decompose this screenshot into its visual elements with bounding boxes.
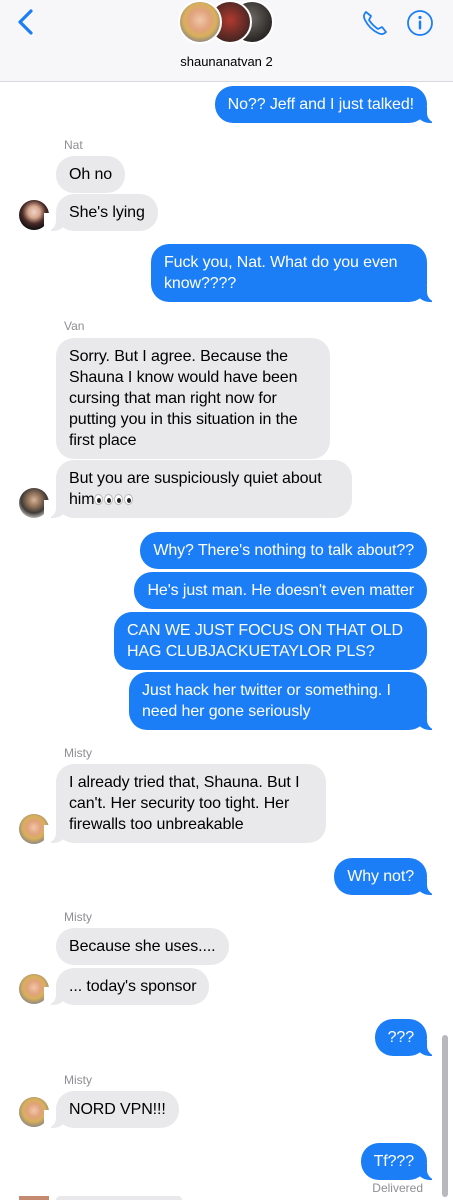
avatar bbox=[19, 1196, 49, 1200]
incoming-message-partial bbox=[56, 1196, 182, 1200]
outgoing-message[interactable]: No?? Jeff and I just talked! bbox=[214, 86, 440, 123]
scrollbar[interactable] bbox=[442, 1035, 448, 1197]
group-avatar bbox=[178, 0, 222, 44]
sender-name: Van bbox=[64, 319, 85, 333]
delivered-status: Delivered bbox=[372, 1181, 423, 1195]
incoming-message[interactable]: Sorry. But I agree. Because the Shauna I… bbox=[56, 338, 330, 459]
incoming-message[interactable]: Because she uses.... bbox=[56, 928, 229, 965]
conversation-header: shaunanatvan 2 bbox=[0, 0, 453, 82]
outgoing-message[interactable]: Just hack her twitter or something. I ne… bbox=[129, 672, 439, 730]
sender-name: Misty bbox=[64, 1073, 92, 1087]
group-avatar-stack[interactable] bbox=[178, 0, 278, 46]
incoming-message[interactable]: NORD VPN!!! bbox=[44, 1091, 179, 1128]
incoming-message[interactable]: Oh no bbox=[56, 156, 126, 193]
incoming-message[interactable]: She's lying bbox=[44, 194, 158, 231]
outgoing-message[interactable]: Why not? bbox=[334, 858, 439, 895]
sender-name: Nat bbox=[64, 138, 83, 152]
outgoing-message[interactable]: Fuck you, Nat. What do you even know???? bbox=[151, 244, 439, 302]
incoming-message[interactable]: But you are suspiciously quiet about him bbox=[44, 460, 352, 518]
incoming-message[interactable]: I already tried that, Shauna. But I can'… bbox=[44, 764, 326, 843]
group-name[interactable]: shaunanatvan 2 bbox=[0, 54, 453, 69]
info-icon[interactable] bbox=[406, 9, 434, 37]
phone-icon[interactable] bbox=[360, 8, 390, 38]
back-chevron-icon[interactable] bbox=[14, 8, 38, 36]
outgoing-message[interactable]: CAN WE JUST FOCUS ON THAT OLD HAG CLUBJA… bbox=[114, 612, 427, 670]
sender-name: Misty bbox=[64, 746, 92, 760]
outgoing-message[interactable]: He's just man. He doesn't even matter bbox=[134, 572, 427, 609]
outgoing-message[interactable]: Tf??? bbox=[360, 1143, 440, 1180]
outgoing-message[interactable]: ??? bbox=[374, 1019, 440, 1056]
outgoing-message[interactable]: Why? There's nothing to talk about?? bbox=[140, 532, 427, 569]
incoming-message[interactable]: ... today's sponsor bbox=[43, 968, 210, 1005]
sender-name: Misty bbox=[64, 910, 92, 924]
eyes-emoji-icon bbox=[94, 489, 134, 510]
